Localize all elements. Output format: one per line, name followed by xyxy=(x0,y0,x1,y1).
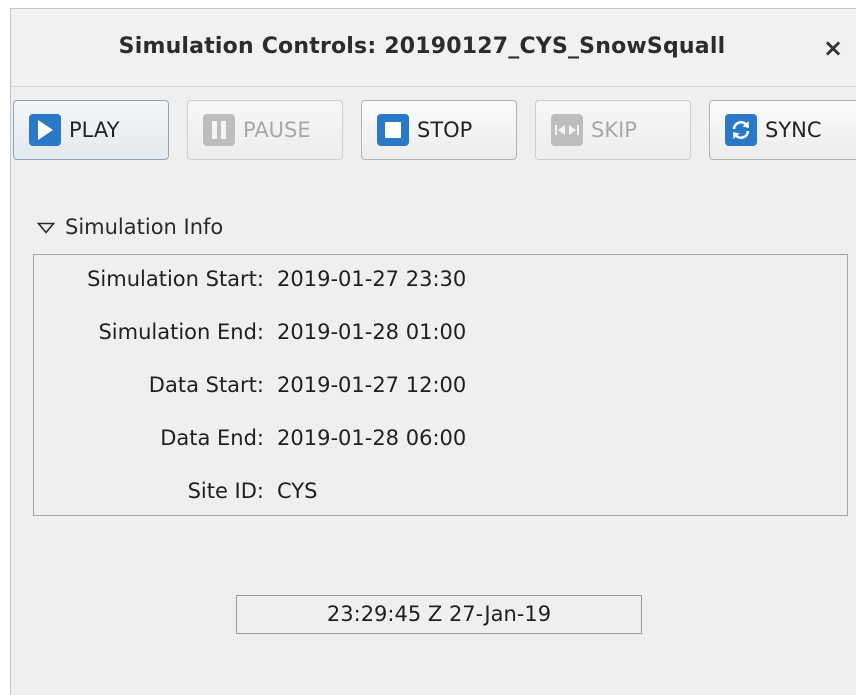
stop-button[interactable]: STOP xyxy=(361,100,517,160)
stop-icon xyxy=(377,114,409,146)
pause-button-label: PAUSE xyxy=(243,118,311,142)
simulation-controls-window: Simulation Controls: 20190127_CYS_SnowSq… xyxy=(10,8,856,695)
info-value: CYS xyxy=(277,479,318,503)
simulation-clock-display: 23:29:45 Z 27-Jan-19 xyxy=(236,595,642,634)
title-bar: Simulation Controls: 20190127_CYS_SnowSq… xyxy=(11,9,856,87)
info-value: 2019-01-27 23:30 xyxy=(277,267,467,291)
skip-button-label: SKIP xyxy=(591,118,637,142)
simulation-info-panel: Simulation Start: 2019-01-27 23:30 Simul… xyxy=(33,254,848,516)
simulation-info-toggle[interactable]: Simulation Info xyxy=(36,215,224,239)
window-title: Simulation Controls: 20190127_CYS_SnowSq… xyxy=(118,34,726,59)
play-button[interactable]: PLAY xyxy=(13,100,169,160)
info-label: Simulation End: xyxy=(98,320,264,344)
play-icon xyxy=(29,114,61,146)
play-button-label: PLAY xyxy=(69,118,120,142)
stop-button-label: STOP xyxy=(417,118,473,142)
pause-icon xyxy=(203,114,235,146)
pause-button[interactable]: PAUSE xyxy=(187,100,343,160)
info-value: 2019-01-28 01:00 xyxy=(277,320,467,344)
skip-button[interactable]: SKIP xyxy=(535,100,691,160)
info-label: Data Start: xyxy=(148,373,264,397)
sync-button-label: SYNC xyxy=(765,118,822,142)
sync-icon xyxy=(725,114,757,146)
simulation-info-header: Simulation Info xyxy=(65,215,224,239)
info-value: 2019-01-28 06:00 xyxy=(277,426,467,450)
toolbar: PLAY PAUSE STOP SKIP SYNC xyxy=(11,87,856,183)
info-label: Data End: xyxy=(160,426,264,450)
skip-icon xyxy=(551,114,583,146)
triangle-down-icon xyxy=(36,215,56,239)
sync-button[interactable]: SYNC xyxy=(709,100,856,160)
info-label: Simulation Start: xyxy=(87,267,264,291)
info-label: Site ID: xyxy=(187,479,264,503)
close-button[interactable]: × xyxy=(819,33,847,63)
info-value: 2019-01-27 12:00 xyxy=(277,373,467,397)
